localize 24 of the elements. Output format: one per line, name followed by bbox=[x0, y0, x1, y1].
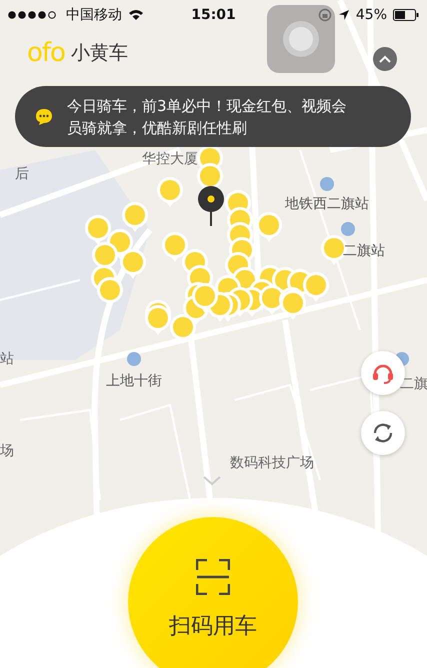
chevron-up-icon bbox=[379, 55, 391, 63]
status-time: 15:01 bbox=[191, 7, 236, 23]
map-label: 华控大厦 bbox=[142, 150, 198, 168]
app-title: 小黄车 bbox=[70, 41, 128, 66]
map-label: 后 bbox=[15, 165, 29, 183]
scan-icon bbox=[196, 559, 230, 595]
circle-icon bbox=[281, 19, 321, 59]
carrier-name: 中国移动 bbox=[66, 6, 122, 24]
location-arrow-icon bbox=[338, 9, 350, 21]
battery-icon bbox=[393, 9, 419, 21]
map-label: 站 bbox=[0, 350, 14, 368]
app-logo: ofo bbox=[27, 40, 65, 66]
notice-text: 今日骑车，前3单必中！现金红包、视频会员骑就拿，优酷新剧任性刷 bbox=[67, 96, 348, 138]
wifi-icon bbox=[128, 9, 144, 21]
map-label: 地铁西二旗站 bbox=[285, 195, 369, 213]
map-label: 数码科技广场 bbox=[230, 454, 314, 472]
my-location-pin bbox=[198, 186, 224, 226]
battery-percent: 45% bbox=[356, 7, 387, 23]
map-label: 上地十街 bbox=[106, 372, 162, 390]
notice-banner[interactable]: 今日骑车，前3单必中！现金红包、视频会员骑就拿，优酷新剧任性刷 bbox=[15, 86, 411, 147]
refresh-icon bbox=[371, 421, 395, 445]
chat-bubble-icon bbox=[35, 108, 53, 126]
map-label: 二旗站 bbox=[343, 242, 385, 260]
map-label: 场 bbox=[0, 442, 14, 460]
